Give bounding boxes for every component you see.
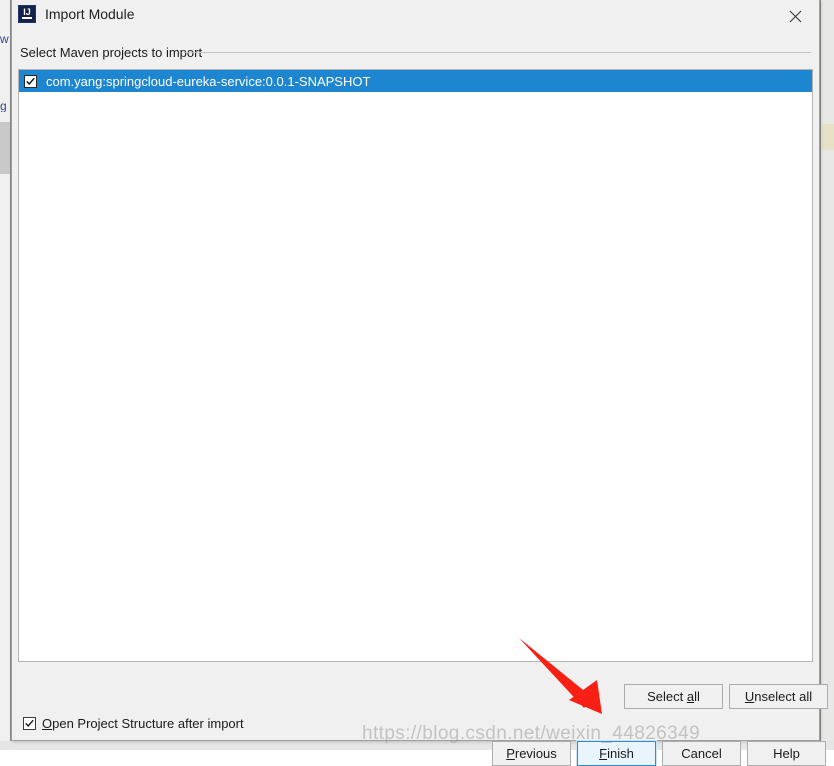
list-item-label: com.yang:springcloud-eureka-service:0.0.… <box>46 73 371 89</box>
help-pre: Help <box>773 746 800 761</box>
close-button[interactable] <box>773 0 819 31</box>
check-icon <box>25 719 34 728</box>
previous-mnemonic: P <box>506 746 515 761</box>
unselect-all-post: nselect all <box>754 689 813 704</box>
cancel-button[interactable]: Cancel <box>662 741 741 766</box>
finish-mnemonic: F <box>599 746 608 761</box>
logo-letters: IJ <box>23 7 31 17</box>
background-left-text-bottom: g <box>0 100 7 112</box>
open-struct-post: pen Project Structure after import <box>52 716 244 731</box>
select-all-mnemonic: a <box>686 689 695 704</box>
background-right-column <box>820 0 834 750</box>
previous-button[interactable]: Previous <box>492 741 571 766</box>
previous-post: revious <box>514 746 557 761</box>
background-left-text-top: w <box>0 33 9 45</box>
background-right-accent <box>822 124 834 150</box>
open-project-structure-label: Open Project Structure after import <box>42 716 244 731</box>
logo-underline <box>22 17 32 19</box>
list-item-checkbox[interactable] <box>24 74 37 88</box>
intellij-idea-logo-icon: IJ <box>18 5 36 23</box>
finish-post: inish <box>607 746 634 761</box>
unselect-all-mnemonic: U <box>744 689 755 704</box>
background-left-column <box>0 0 11 750</box>
select-all-post: ll <box>694 689 700 704</box>
open-struct-mnemonic: O <box>42 716 53 731</box>
close-icon <box>789 10 802 23</box>
dialog-content: Select Maven projects to import com.yang… <box>12 31 828 766</box>
select-all-button[interactable]: Select all <box>624 684 723 709</box>
check-icon <box>26 77 35 85</box>
dialog-title: Import Module <box>45 6 135 22</box>
select-all-pre: Select <box>647 689 687 704</box>
unselect-all-button[interactable]: Unselect all <box>729 684 828 709</box>
list-item[interactable]: com.yang:springcloud-eureka-service:0.0.… <box>19 70 812 92</box>
open-project-structure-box[interactable] <box>23 717 36 730</box>
maven-projects-list[interactable]: com.yang:springcloud-eureka-service:0.0.… <box>18 69 813 662</box>
section-separator <box>184 52 811 53</box>
finish-button[interactable]: Finish <box>576 740 657 766</box>
help-button[interactable]: Help <box>747 741 826 766</box>
section-label: Select Maven projects to import <box>20 45 203 60</box>
import-module-dialog: IJ Import Module Select Maven projects t… <box>11 0 828 766</box>
dialog-titlebar: IJ Import Module <box>12 0 819 31</box>
open-project-structure-checkbox[interactable]: Open Project Structure after import <box>23 716 244 731</box>
cancel-pre: Cancel <box>681 746 722 761</box>
background-left-highlight <box>0 122 10 174</box>
